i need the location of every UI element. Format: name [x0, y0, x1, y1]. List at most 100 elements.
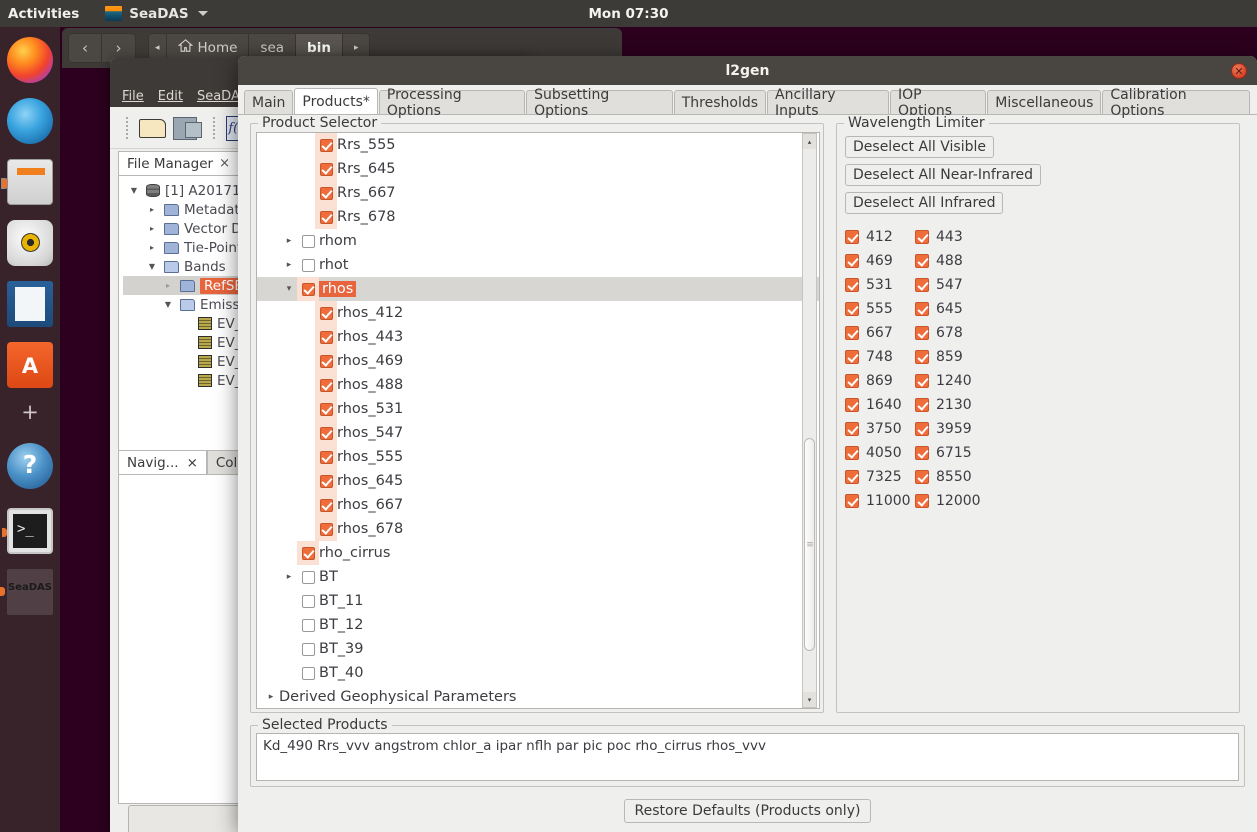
- wavelength-checkbox-645[interactable]: 645: [915, 301, 985, 317]
- wavelength-checkbox-859[interactable]: 859: [915, 349, 985, 365]
- wavelength-checkbox-443[interactable]: 443: [915, 229, 985, 245]
- product-checkbox[interactable]: [297, 234, 319, 248]
- product-selector-list[interactable]: Rrs_555 Rrs_645 Rrs_667 Rrs_678 ▸ rhom ▸ rhot ▾ r…: [256, 132, 820, 709]
- close-icon[interactable]: ✕: [1231, 63, 1247, 79]
- wavelength-checkbox-8550[interactable]: 8550: [915, 469, 985, 485]
- dock-item-libreoffice-writer[interactable]: [7, 281, 53, 327]
- checkbox-checked-icon[interactable]: [319, 138, 333, 152]
- restore-defaults-button[interactable]: Restore Defaults (Products only): [623, 799, 872, 823]
- product-row-bt-39[interactable]: BT_39: [257, 637, 819, 661]
- menu-file[interactable]: File: [122, 89, 144, 104]
- wavelength-checkbox-412[interactable]: 412: [845, 229, 915, 245]
- checkbox-checked-icon[interactable]: [319, 306, 333, 320]
- checkbox-checked-icon[interactable]: [915, 494, 929, 508]
- dock-add-icon[interactable]: +: [0, 400, 60, 424]
- product-checkbox[interactable]: [297, 666, 319, 680]
- checkbox-checked-icon[interactable]: [845, 326, 859, 340]
- checkbox-unchecked-icon[interactable]: [301, 666, 315, 680]
- toolbar-grip[interactable]: [126, 116, 129, 139]
- tab-miscellaneous[interactable]: Miscellaneous: [987, 90, 1102, 114]
- product-row-derived-geophysical-parameters[interactable]: ▸ Derived Geophysical Parameters: [257, 685, 819, 708]
- checkbox-checked-icon[interactable]: [845, 278, 859, 292]
- product-checkbox[interactable]: [315, 402, 337, 416]
- product-row-rhos-645[interactable]: rhos_645: [257, 469, 819, 493]
- dock-item-help[interactable]: [7, 443, 53, 489]
- product-checkbox[interactable]: [315, 354, 337, 368]
- wavelength-checkbox-2130[interactable]: 2130: [915, 397, 985, 413]
- product-row-bt-11[interactable]: BT_11: [257, 589, 819, 613]
- checkbox-checked-icon[interactable]: [845, 422, 859, 436]
- product-row-rhos-678[interactable]: rhos_678: [257, 517, 819, 541]
- product-checkbox[interactable]: [297, 258, 319, 272]
- checkbox-unchecked-icon[interactable]: [301, 570, 315, 584]
- product-checkbox[interactable]: [297, 282, 319, 296]
- wavelength-checkbox-869[interactable]: 869: [845, 373, 915, 389]
- checkbox-checked-icon[interactable]: [319, 354, 333, 368]
- product-checkbox[interactable]: [315, 210, 337, 224]
- product-selector-scrollbar[interactable]: ▴ ▾: [802, 133, 817, 708]
- checkbox-checked-icon[interactable]: [319, 498, 333, 512]
- expander-icon[interactable]: ▸: [281, 236, 297, 246]
- product-checkbox[interactable]: [297, 570, 319, 584]
- back-button[interactable]: ‹: [68, 33, 102, 63]
- product-row-rrs-555[interactable]: Rrs_555: [257, 133, 819, 157]
- dock-item-rhythmbox[interactable]: [7, 220, 53, 266]
- product-row-rhos-667[interactable]: rhos_667: [257, 493, 819, 517]
- product-checkbox[interactable]: [315, 330, 337, 344]
- product-row-rhom[interactable]: ▸ rhom: [257, 229, 819, 253]
- checkbox-checked-icon[interactable]: [319, 378, 333, 392]
- checkbox-checked-icon[interactable]: [845, 470, 859, 484]
- expander-icon[interactable]: ▸: [281, 572, 297, 582]
- wavelength-checkbox-531[interactable]: 531: [845, 277, 915, 293]
- close-icon[interactable]: ×: [219, 156, 230, 171]
- checkbox-checked-icon[interactable]: [915, 374, 929, 388]
- checkbox-unchecked-icon[interactable]: [301, 618, 315, 632]
- product-row-rhos-412[interactable]: rhos_412: [257, 301, 819, 325]
- product-checkbox[interactable]: [315, 138, 337, 152]
- checkbox-checked-icon[interactable]: [915, 302, 929, 316]
- wavelength-checkbox-1240[interactable]: 1240: [915, 373, 985, 389]
- checkbox-checked-icon[interactable]: [915, 230, 929, 244]
- tab-products[interactable]: Products*: [294, 88, 378, 114]
- checkbox-checked-icon[interactable]: [845, 350, 859, 364]
- wavelength-checkbox-11000[interactable]: 11000: [845, 493, 915, 509]
- checkbox-checked-icon[interactable]: [845, 302, 859, 316]
- wavelength-checkbox-748[interactable]: 748: [845, 349, 915, 365]
- checkbox-checked-icon[interactable]: [915, 422, 929, 436]
- checkbox-checked-icon[interactable]: [319, 450, 333, 464]
- checkbox-unchecked-icon[interactable]: [301, 594, 315, 608]
- product-row-rhos-469[interactable]: rhos_469: [257, 349, 819, 373]
- dock-item-seadas[interactable]: [0, 569, 53, 615]
- tab-subsetting-options[interactable]: Subsetting Options: [526, 87, 673, 119]
- dock-item-thunderbird[interactable]: [7, 98, 53, 144]
- close-icon[interactable]: ×: [187, 455, 198, 471]
- checkbox-unchecked-icon[interactable]: [301, 234, 315, 248]
- wavelength-checkbox-488[interactable]: 488: [915, 253, 985, 269]
- deselect-all-near-infrared-button[interactable]: Deselect All Near-Infrared: [845, 164, 1042, 186]
- product-checkbox[interactable]: [297, 618, 319, 632]
- checkbox-checked-icon[interactable]: [915, 446, 929, 460]
- expander-icon[interactable]: ▾: [281, 284, 297, 294]
- product-row-rrs-667[interactable]: Rrs_667: [257, 181, 819, 205]
- checkbox-checked-icon[interactable]: [301, 546, 315, 560]
- checkbox-checked-icon[interactable]: [845, 494, 859, 508]
- scroll-up-icon[interactable]: ▴: [803, 134, 816, 149]
- wavelength-checkbox-4050[interactable]: 4050: [845, 445, 915, 461]
- wavelength-checkbox-1640[interactable]: 1640: [845, 397, 915, 413]
- checkbox-checked-icon[interactable]: [319, 402, 333, 416]
- dock-item-firefox[interactable]: [7, 37, 53, 83]
- wavelength-checkbox-3750[interactable]: 3750: [845, 421, 915, 437]
- product-checkbox[interactable]: [315, 186, 337, 200]
- product-row-rhos-531[interactable]: rhos_531: [257, 397, 819, 421]
- dock-item-ubuntu-software[interactable]: [7, 342, 53, 388]
- product-row-rrs-645[interactable]: Rrs_645: [257, 157, 819, 181]
- checkbox-checked-icon[interactable]: [301, 282, 315, 296]
- product-checkbox[interactable]: [315, 378, 337, 392]
- clock[interactable]: Mon 07:30: [0, 6, 1257, 22]
- menu-edit[interactable]: Edit: [158, 89, 183, 104]
- checkbox-checked-icon[interactable]: [845, 230, 859, 244]
- tab-main[interactable]: Main: [244, 90, 294, 114]
- product-row-rhos-443[interactable]: rhos_443: [257, 325, 819, 349]
- expander-icon[interactable]: ▸: [263, 692, 279, 702]
- tab-processing-options[interactable]: Processing Options: [378, 87, 526, 119]
